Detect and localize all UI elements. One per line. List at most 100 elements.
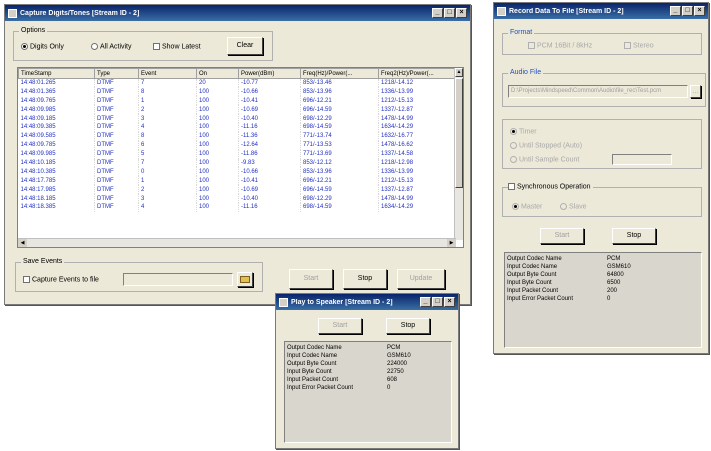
table-cell: 3 bbox=[138, 194, 197, 203]
clear-button[interactable]: Clear bbox=[227, 37, 263, 55]
capture-file-path-input[interactable] bbox=[123, 273, 233, 286]
stat-row: Input Byte Count 6500 bbox=[505, 279, 701, 287]
record-stats-list: Output Codec Name PCM Input Codec Name GSM6… bbox=[505, 255, 701, 303]
column-header[interactable]: TimeStamp bbox=[18, 68, 95, 79]
minimize-icon[interactable]: _ bbox=[420, 297, 431, 307]
table-row[interactable]: 14:48:18.385 DTMF 4 100 -11.16 698/-14.59 1634… bbox=[18, 202, 459, 212]
table-row[interactable]: 14:48:09.585 DTMF 8 100 -11.36 771/-13.74 1632… bbox=[18, 131, 459, 141]
table-cell: 14:48:18.385 bbox=[18, 202, 95, 212]
digits-only-radio[interactable]: Digits Only bbox=[21, 43, 64, 50]
table-cell: 696/-14.59 bbox=[300, 105, 379, 115]
stat-row: Input Codec Name GSM610 bbox=[285, 352, 451, 360]
table-cell: DTMF bbox=[94, 176, 139, 186]
table-cell: 14:48:17.785 bbox=[18, 176, 95, 186]
table-row[interactable]: 14:48:18.185 DTMF 3 100 -10.40 698/-12.29 1478… bbox=[18, 194, 459, 203]
maximize-icon[interactable]: □ bbox=[432, 297, 443, 307]
table-cell: 696/-14.59 bbox=[300, 185, 379, 195]
format-pcm-checkbox[interactable]: PCM 16Bit / 8kHz bbox=[528, 42, 592, 49]
sync-operation-checkbox[interactable]: Synchronous Operation bbox=[508, 183, 593, 191]
table-row[interactable]: 14:48:01.265 DTMF 7 20 -10.77 853/-13.46 1218/… bbox=[18, 78, 459, 88]
sync-slave-radio[interactable]: Slave bbox=[560, 203, 587, 210]
format-legend: Format bbox=[508, 29, 535, 36]
format-stereo-checkbox[interactable]: Stereo bbox=[624, 42, 654, 49]
sync-master-radio[interactable]: Master bbox=[512, 203, 542, 210]
table-row[interactable]: 14:48:09.785 DTMF 6 100 -12.64 771/-13.53 1478… bbox=[18, 140, 459, 150]
audio-file-browse-button[interactable]: … bbox=[690, 85, 701, 98]
table-cell: 1 bbox=[138, 96, 197, 106]
play-start-button[interactable]: Start bbox=[318, 318, 362, 334]
sample-count-input[interactable] bbox=[612, 154, 672, 165]
capture-titlebar[interactable]: Capture Digits/Tones [Stream ID - 2] _ □… bbox=[5, 5, 470, 21]
stat-row: Output Codec Name PCM bbox=[505, 255, 701, 263]
column-header[interactable]: Freq2(Hz)/Power(... bbox=[378, 68, 459, 79]
table-row[interactable]: 14:48:09.985 DTMF 2 100 -10.69 696/-14.59 1337… bbox=[18, 105, 459, 115]
vertical-scrollbar[interactable]: ▲ bbox=[454, 68, 463, 240]
column-header[interactable]: Freq(Hz)/Power(... bbox=[300, 68, 379, 79]
close-icon[interactable]: × bbox=[694, 6, 705, 16]
play-titlebar[interactable]: Play to Speaker [Stream ID - 2] _ □ × bbox=[276, 294, 458, 310]
capture-start-button[interactable]: Start bbox=[289, 269, 333, 289]
table-row[interactable]: 14:48:17.985 DTMF 2 100 -10.69 696/-14.59 1337… bbox=[18, 185, 459, 195]
table-row[interactable]: 14:48:09.385 DTMF 4 100 -11.16 698/-14.59 1634… bbox=[18, 122, 459, 132]
record-start-button[interactable]: Start bbox=[540, 228, 584, 244]
table-cell: 14:48:01.365 bbox=[18, 87, 95, 97]
all-activity-radio[interactable]: All Activity bbox=[91, 43, 132, 50]
close-icon[interactable]: × bbox=[444, 297, 455, 307]
stat-label: Input Codec Name bbox=[287, 353, 338, 359]
scroll-right-icon[interactable]: ▶ bbox=[447, 239, 456, 247]
table-cell: 853/-13.46 bbox=[300, 78, 379, 88]
stat-row: Output Byte Count 224000 bbox=[285, 360, 451, 368]
record-titlebar[interactable]: Record Data To File [Stream ID - 2] _ □ … bbox=[494, 3, 708, 19]
column-header[interactable]: Event bbox=[138, 68, 197, 79]
stat-row: Output Codec Name PCM bbox=[285, 344, 451, 352]
maximize-icon[interactable]: □ bbox=[444, 8, 455, 18]
table-cell: 0 bbox=[138, 167, 197, 177]
table-cell: -11.36 bbox=[238, 131, 301, 141]
table-cell: 100 bbox=[196, 122, 239, 132]
maximize-icon[interactable]: □ bbox=[682, 6, 693, 16]
stat-label: Output Codec Name bbox=[287, 345, 342, 351]
table-cell: 1478/-16.62 bbox=[378, 140, 459, 150]
sync-group bbox=[502, 187, 702, 217]
table-cell: 1 bbox=[138, 176, 197, 186]
minimize-icon[interactable]: _ bbox=[432, 8, 443, 18]
table-cell: DTMF bbox=[94, 202, 139, 212]
timer-radio[interactable]: Timer bbox=[510, 128, 537, 135]
table-cell: -11.16 bbox=[238, 122, 301, 132]
save-events-legend: Save Events bbox=[21, 258, 65, 265]
until-stopped-radio[interactable]: Until Stopped (Auto) bbox=[510, 142, 582, 149]
table-cell: DTMF bbox=[94, 140, 139, 150]
record-stop-button[interactable]: Stop bbox=[612, 228, 656, 244]
table-row[interactable]: 14:48:10.185 DTMF 7 100 -9.83 853/-12.12 1218/… bbox=[18, 158, 459, 168]
table-row[interactable]: 14:48:17.785 DTMF 1 100 -10.41 696/-12.21 1212… bbox=[18, 176, 459, 186]
table-row[interactable]: 14:48:09.985 DTMF 5 100 -11.86 771/-13.69 1337… bbox=[18, 149, 459, 159]
capture-to-file-checkbox[interactable]: Capture Events to file bbox=[23, 276, 99, 283]
audio-file-legend: Audio File bbox=[508, 69, 544, 76]
capture-update-button[interactable]: Update bbox=[397, 269, 445, 289]
column-header[interactable]: On bbox=[196, 68, 239, 79]
stat-row: Input Packet Count 200 bbox=[505, 287, 701, 295]
column-header[interactable]: Power(dBm) bbox=[238, 68, 301, 79]
browse-folder-button[interactable] bbox=[237, 272, 253, 287]
table-cell: 14:48:01.265 bbox=[18, 78, 95, 88]
play-stop-button[interactable]: Stop bbox=[386, 318, 430, 334]
until-count-radio[interactable]: Until Sample Count bbox=[510, 156, 579, 163]
table-row[interactable]: 14:48:09.185 DTMF 3 100 -10.40 698/-12.29 1478… bbox=[18, 114, 459, 123]
show-latest-checkbox[interactable]: Show Latest bbox=[153, 43, 201, 50]
scroll-up-icon[interactable]: ▲ bbox=[455, 68, 463, 77]
table-row[interactable]: 14:48:10.385 DTMF 0 100 -10.66 853/-13.96 1336… bbox=[18, 167, 459, 177]
horizontal-scrollbar[interactable]: ◀ ▶ bbox=[18, 238, 456, 247]
capture-stop-button[interactable]: Stop bbox=[343, 269, 387, 289]
table-cell: 14:48:17.985 bbox=[18, 185, 95, 195]
audio-file-input[interactable]: D:\Projects\Mindspeed\Common\Audio\file_… bbox=[508, 85, 688, 98]
scroll-left-icon[interactable]: ◀ bbox=[18, 239, 27, 247]
table-cell: -11.86 bbox=[238, 149, 301, 159]
scroll-thumb[interactable] bbox=[455, 78, 463, 188]
minimize-icon[interactable]: _ bbox=[670, 6, 681, 16]
column-header[interactable]: Type bbox=[94, 68, 139, 79]
table-row[interactable]: 14:48:01.365 DTMF 8 100 -10.66 853/-13.96 1336… bbox=[18, 87, 459, 97]
table-row[interactable]: 14:48:09.765 DTMF 1 100 -10.41 696/-12.21 1212… bbox=[18, 96, 459, 106]
table-cell: 698/-12.29 bbox=[300, 114, 379, 123]
play-stats-list: Output Codec Name PCM Input Codec Name GSM6… bbox=[285, 344, 451, 392]
close-icon[interactable]: × bbox=[456, 8, 467, 18]
